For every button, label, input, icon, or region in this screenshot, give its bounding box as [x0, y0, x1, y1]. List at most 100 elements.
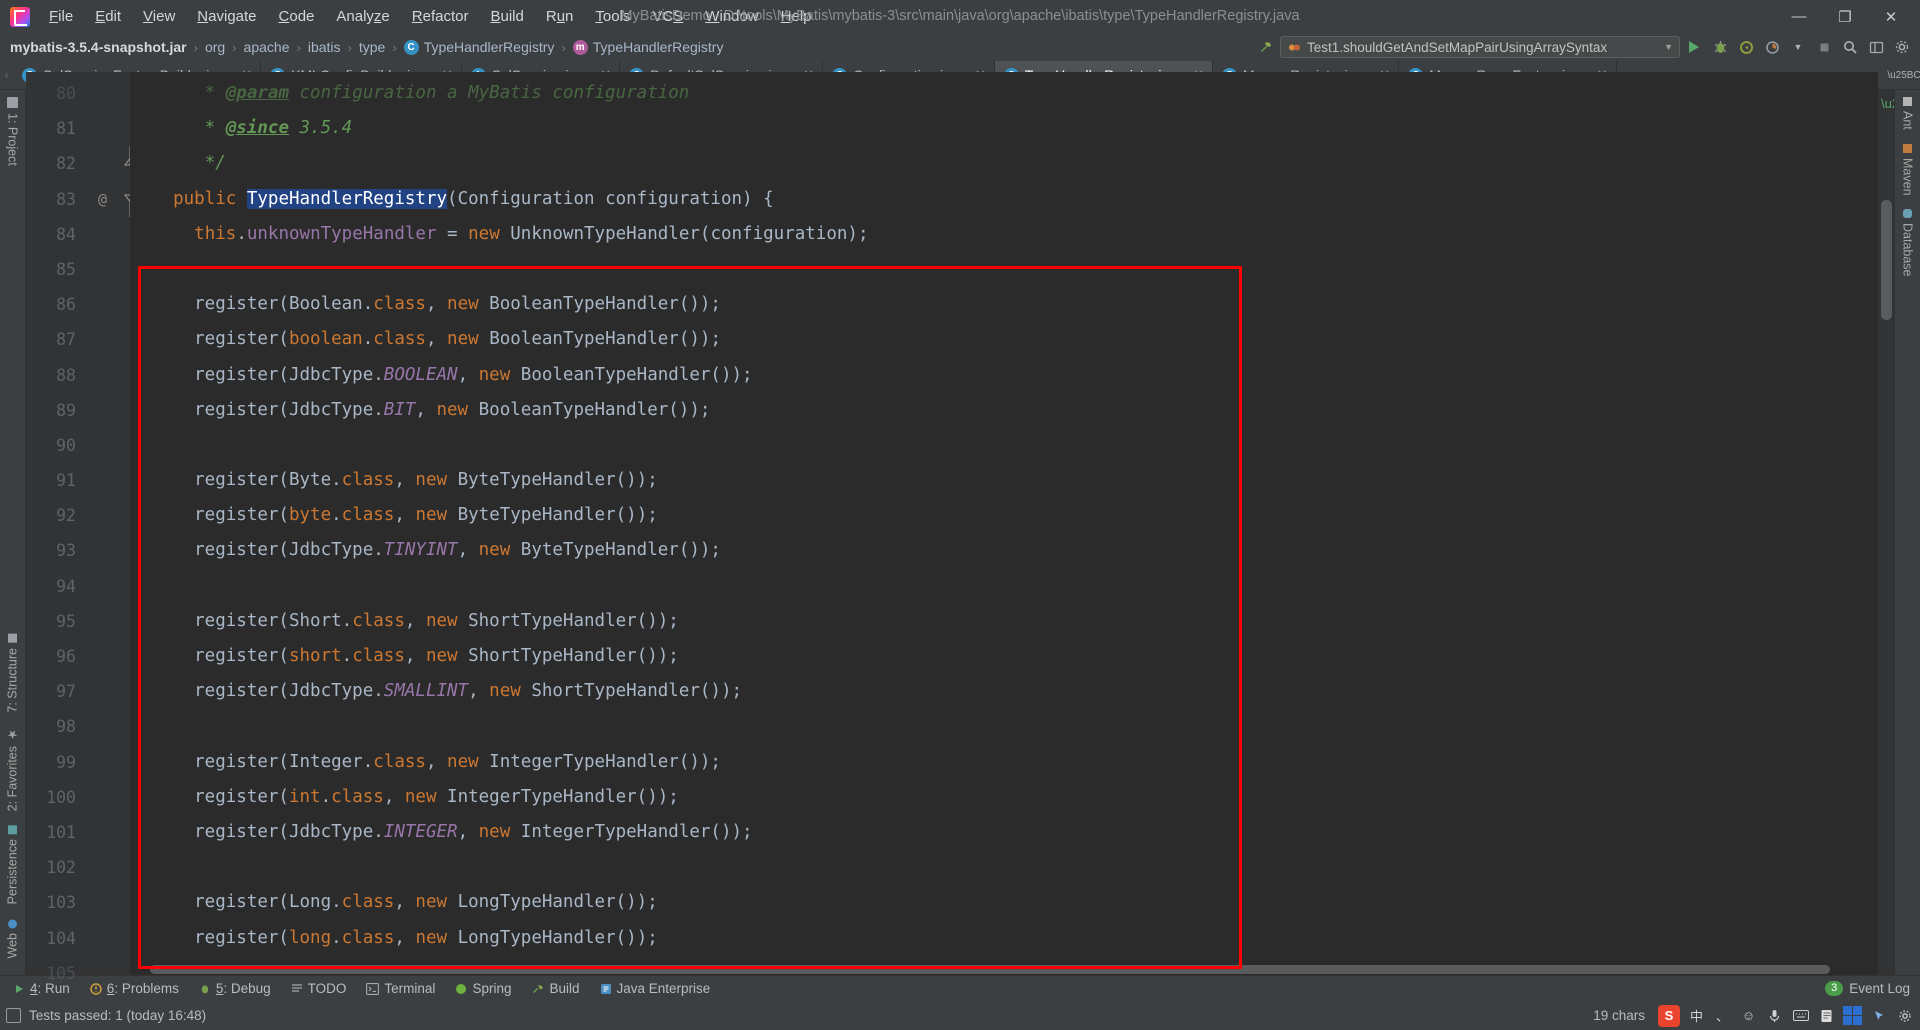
code-line[interactable]: register(boolean.class, new BooleanTypeH…	[130, 322, 1878, 357]
menu-item-code[interactable]: Code	[268, 4, 326, 30]
code-line[interactable]: register(Boolean.class, new BooleanTypeH…	[130, 287, 1878, 322]
breadcrumb-item-org[interactable]: org	[201, 37, 229, 57]
bottom-tool-build[interactable]: Build	[522, 979, 588, 998]
ime-language-icon[interactable]: 中	[1687, 1006, 1706, 1025]
code-editor[interactable]: 80 81 82 83 @84 85 86 87 88 89 90 91 92 93 94 95 96 97 98 9…	[26, 72, 1920, 983]
chevron-down-icon[interactable]: ▼	[1786, 36, 1810, 58]
sidebar-item-maven[interactable]: Maven	[1895, 137, 1920, 203]
search-everywhere-button[interactable]	[1838, 36, 1862, 58]
minimize-button[interactable]: —	[1776, 0, 1822, 33]
sidebar-item-ant[interactable]: Ant	[1895, 90, 1920, 137]
gutter-line[interactable]: 105	[26, 956, 130, 991]
menu-item-build[interactable]: Build	[479, 4, 534, 30]
gutter-line[interactable]: 90	[26, 428, 130, 463]
gutter-line[interactable]: 97	[26, 674, 130, 709]
breadcrumb-item-type[interactable]: type	[355, 37, 389, 57]
keyboard-icon[interactable]	[1791, 1006, 1810, 1025]
code-line[interactable]: register(JdbcType.SMALLINT, new ShortTyp…	[130, 674, 1878, 709]
sidebar-item-persistence[interactable]: Persistence	[0, 818, 25, 911]
mic-icon[interactable]	[1765, 1006, 1784, 1025]
menu-item-analyze[interactable]: Analyze	[325, 4, 400, 30]
code-line[interactable]	[130, 569, 1878, 604]
gutter-line[interactable]: 85	[26, 252, 130, 287]
run-configuration-selector[interactable]: Test1.shouldGetAndSetMapPairUsingArraySy…	[1280, 36, 1680, 58]
bottom-tool-terminal[interactable]: Terminal	[357, 979, 444, 998]
gutter-line[interactable]: 102	[26, 850, 130, 885]
hammer-icon[interactable]	[1254, 36, 1278, 58]
gutter-line[interactable]: 89	[26, 393, 130, 428]
menu-item-vcs[interactable]: VCS	[641, 4, 694, 30]
run-with-coverage-button[interactable]	[1734, 36, 1758, 58]
menu-item-navigate[interactable]: Navigate	[186, 4, 267, 30]
emoji-icon[interactable]: ☺	[1739, 1006, 1758, 1025]
gutter-line[interactable]: 96	[26, 639, 130, 674]
gutter-line[interactable]: 103	[26, 885, 130, 920]
debug-button[interactable]	[1708, 36, 1732, 58]
code-line[interactable]: register(JdbcType.TINYINT, new ByteTypeH…	[130, 533, 1878, 568]
sogou-ime-icon[interactable]: S	[1658, 1004, 1680, 1027]
grid-icon[interactable]	[1843, 1006, 1862, 1025]
gutter-line[interactable]: 86	[26, 287, 130, 322]
gutter-line[interactable]: 93	[26, 533, 130, 568]
gutter-line[interactable]: 100	[26, 780, 130, 815]
code-line[interactable]: register(byte.class, new ByteTypeHandler…	[130, 498, 1878, 533]
breadcrumb-item-typehandlerregistry[interactable]: C TypeHandlerRegistry	[400, 37, 559, 57]
code-line[interactable]	[130, 850, 1878, 885]
code-line[interactable]: * @param configuration a MyBatis configu…	[130, 76, 1878, 111]
code-line[interactable]	[130, 252, 1878, 287]
sidebar-item-web[interactable]: Web	[0, 912, 25, 965]
event-log-button[interactable]: Event Log	[1849, 981, 1910, 996]
horizontal-scrollbar-thumb[interactable]	[150, 965, 1830, 974]
code-line[interactable]: register(Integer.class, new IntegerTypeH…	[130, 745, 1878, 780]
gutter-line[interactable]: 91	[26, 463, 130, 498]
gear-icon[interactable]	[1895, 1006, 1914, 1025]
code-line[interactable]	[130, 709, 1878, 744]
code-content[interactable]: * @param configuration a MyBatis configu…	[130, 72, 1878, 975]
gutter-line[interactable]: 98	[26, 709, 130, 744]
menu-item-view[interactable]: View	[132, 4, 186, 30]
sidebar-item-database[interactable]: Database	[1895, 202, 1920, 284]
code-line[interactable]: register(Byte.class, new ByteTypeHandler…	[130, 463, 1878, 498]
bottom-tool-spring[interactable]: Spring	[446, 979, 520, 998]
bottom-tool-5-debug[interactable]: 5: Debug	[190, 979, 280, 998]
code-line[interactable]: register(JdbcType.BOOLEAN, new BooleanTy…	[130, 358, 1878, 393]
gutter-line[interactable]: 101	[26, 815, 130, 850]
code-line[interactable]: register(long.class, new LongTypeHandler…	[130, 921, 1878, 956]
gutter-line[interactable]: 99	[26, 745, 130, 780]
menu-item-tools[interactable]: Tools	[584, 4, 641, 30]
code-line[interactable]	[130, 428, 1878, 463]
breadcrumb-item-mybatis-3-5-4-snapshot-jar[interactable]: mybatis-3.5.4-snapshot.jar	[6, 37, 191, 57]
gutter-line[interactable]: 104	[26, 921, 130, 956]
override-marker-icon[interactable]: @	[98, 182, 107, 217]
gutter-line[interactable]: 84	[26, 217, 130, 252]
stop-button[interactable]	[1812, 36, 1836, 58]
gutter-line[interactable]: 94	[26, 569, 130, 604]
gutter-line[interactable]: 87	[26, 322, 130, 357]
vertical-scrollbar-thumb[interactable]	[1881, 200, 1892, 320]
tabs-scroll-left-icon[interactable]: ‹	[0, 61, 13, 89]
gutter-line[interactable]: 81	[26, 111, 130, 146]
run-button[interactable]	[1682, 36, 1706, 58]
close-button[interactable]: ✕	[1868, 0, 1914, 33]
horizontal-scrollbar[interactable]	[130, 964, 1878, 975]
gutter-line[interactable]: 80	[26, 76, 130, 111]
tabs-list-icon[interactable]: \u25BC	[1887, 64, 1920, 86]
code-line[interactable]: register(Short.class, new ShortTypeHandl…	[130, 604, 1878, 639]
breadcrumb-item-typehandlerregistry[interactable]: m TypeHandlerRegistry	[569, 37, 728, 57]
gutter-line[interactable]: 88	[26, 358, 130, 393]
menu-item-refactor[interactable]: Refactor	[401, 4, 480, 30]
code-line[interactable]: this.unknownTypeHandler = new UnknownTyp…	[130, 217, 1878, 252]
maximize-button[interactable]: ❐	[1822, 0, 1868, 33]
code-line[interactable]: */	[130, 146, 1878, 181]
code-line[interactable]: register(Long.class, new LongTypeHandler…	[130, 885, 1878, 920]
profiler-button[interactable]	[1760, 36, 1784, 58]
gutter-line[interactable]: 92	[26, 498, 130, 533]
menu-item-file[interactable]: File	[38, 4, 84, 30]
menu-item-run[interactable]: Run	[535, 4, 585, 30]
breadcrumb-item-apache[interactable]: apache	[240, 37, 294, 57]
code-line[interactable]: register(JdbcType.INTEGER, new IntegerTy…	[130, 815, 1878, 850]
editor-marker-bar[interactable]: \u2713	[1878, 90, 1920, 975]
gutter-line[interactable]: 82	[26, 146, 135, 181]
code-line[interactable]: public TypeHandlerRegistry(Configuration…	[130, 182, 1878, 217]
layout-button[interactable]	[1864, 36, 1888, 58]
